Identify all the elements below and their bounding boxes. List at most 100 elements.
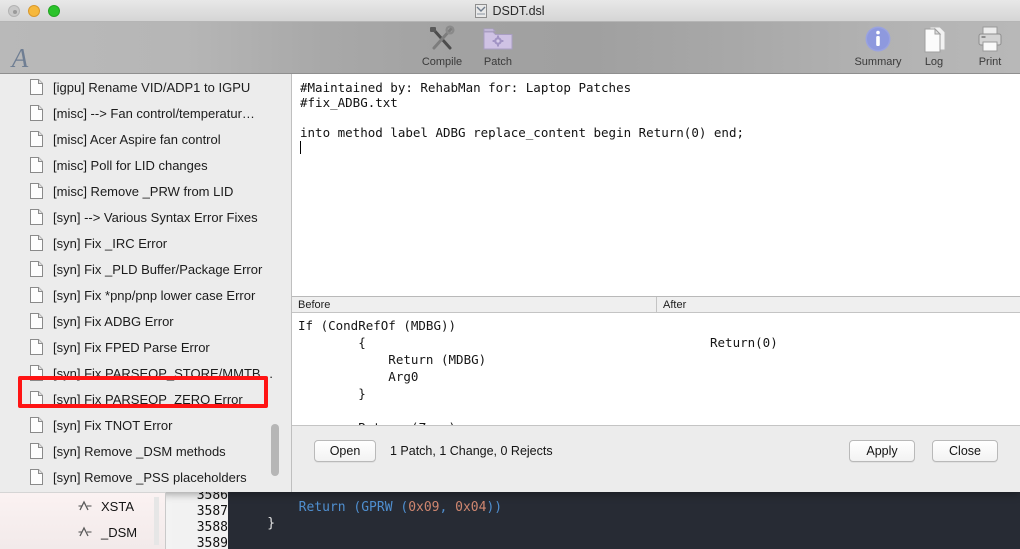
document-icon	[30, 287, 43, 303]
window-title-group: DSDT.dsl	[0, 0, 1020, 22]
patch-list-item-label: [syn] Remove _DSM methods	[53, 443, 226, 459]
patch-list-item-label: [syn] Fix _PLD Buffer/Package Error	[53, 261, 263, 277]
patch-list-item[interactable]: [misc] Poll for LID changes	[0, 152, 291, 178]
diff-header-before: Before	[292, 297, 657, 312]
patch-list-item[interactable]: [syn] Remove _PSS placeholders	[0, 464, 291, 490]
patch-list-item-label: [syn] Fix PARSEOP_ZERO Error	[53, 391, 243, 407]
diff-body[interactable]: If (CondRefOf (MDBG)) { Return (MDBG) Ar…	[292, 313, 1020, 425]
dsl-file-icon	[475, 4, 488, 18]
text-caret	[300, 141, 301, 154]
patch-list-item[interactable]: [misc] Acer Aspire fan control	[0, 126, 291, 152]
patch-button[interactable]: Patch	[474, 24, 522, 68]
right-pane: #Maintained by: RehabMan for: Laptop Pat…	[292, 74, 1020, 492]
symbol-label: XSTA	[101, 498, 134, 514]
patch-list[interactable]: [igpu] Rename VID/ADP1 to IGPU [misc] -->…	[0, 74, 291, 492]
patch-status-text: 1 Patch, 1 Change, 0 Rejects	[390, 444, 553, 458]
document-icon	[30, 261, 43, 277]
diff-before-text: If (CondRefOf (MDBG)) { Return (MDBG) Ar…	[298, 318, 487, 425]
symbol-row[interactable]: XSTA	[0, 493, 165, 519]
info-circle-icon	[864, 24, 892, 54]
window-body: [igpu] Rename VID/ADP1 to IGPU [misc] -->…	[0, 74, 1020, 492]
symbol-list-panel[interactable]: XSTA _DSM	[0, 492, 166, 549]
patch-list-item-label: [syn] Fix TNOT Error	[53, 417, 173, 433]
diff-after-text: Return(0)	[710, 335, 778, 350]
compile-label: Compile	[421, 56, 463, 68]
patch-list-item-label: [misc] Poll for LID changes	[53, 157, 208, 173]
fonts-icon: A	[11, 43, 29, 73]
symbol-scrollbar[interactable]	[154, 497, 159, 545]
diff-header: Before After	[292, 296, 1020, 313]
tools-icon	[427, 24, 457, 54]
patch-list-item[interactable]: [syn] Fix TNOT Error	[0, 412, 291, 438]
patch-list-item[interactable]: [syn] Fix *pnp/pnp lower case Error	[0, 282, 291, 308]
patch-list-item[interactable]: [syn] Fix PARSEOP_STORE/MMTB…	[0, 360, 291, 386]
document-icon	[30, 313, 43, 329]
patch-list-item-label: [syn] --> Various Syntax Error Fixes	[53, 209, 258, 225]
document-icon	[30, 235, 43, 251]
gear-folder-icon	[483, 24, 513, 54]
action-bar: Open 1 Patch, 1 Change, 0 Rejects Apply …	[292, 426, 1020, 492]
printer-icon	[976, 24, 1004, 54]
patch-list-item[interactable]: [igpu] Rename VID/ADP1 to IGPU	[0, 74, 291, 100]
sidebar-scrollbar-thumb[interactable]	[271, 424, 279, 476]
patch-list-item-label: [syn] Remove _PSS placeholders	[53, 469, 247, 485]
symbol-row[interactable]: _DSM	[0, 519, 165, 545]
patch-list-item-label: [misc] Remove _PRW from LID	[53, 183, 234, 199]
toolbar-right-group: Summary Log Print	[854, 24, 1014, 68]
diff-header-after: After	[663, 299, 687, 311]
patch-list-item-label: [syn] Fix *pnp/pnp lower case Error	[53, 287, 256, 303]
summary-label: Summary	[854, 56, 902, 68]
patch-list-item[interactable]: [syn] Fix _IRC Error	[0, 230, 291, 256]
document-icon	[30, 391, 43, 407]
summary-button[interactable]: Summary	[854, 24, 902, 68]
print-button[interactable]: Print	[966, 24, 1014, 68]
patch-list-item[interactable]: [syn] Remove _DSM methods	[0, 438, 291, 464]
patch-list-item[interactable]: [misc] --> Fan control/temperatur…	[0, 100, 291, 126]
app-root: 3586 3587 3588 3589 3590 Return (GPRW (0…	[0, 0, 1020, 549]
patch-list-item-label: [igpu] Rename VID/ADP1 to IGPU	[53, 79, 251, 95]
code-line-numbers: 3586 3587 3588 3589 3590	[172, 488, 228, 549]
apply-button[interactable]: Apply	[849, 440, 915, 462]
patch-list-item-label: [syn] Fix PARSEOP_STORE/MMTB…	[53, 365, 274, 381]
document-icon	[30, 339, 43, 355]
log-label: Log	[924, 56, 944, 68]
document-icon	[30, 365, 43, 381]
document-icon	[30, 131, 43, 147]
log-button[interactable]: Log	[910, 24, 958, 68]
document-icon	[30, 105, 43, 121]
symbol-label: _DSM	[101, 524, 138, 540]
patch-list-item-label: [syn] Fix _IRC Error	[53, 235, 168, 251]
patch-list-item-label: [misc] Acer Aspire fan control	[53, 131, 221, 147]
patch-list-sidebar[interactable]: [igpu] Rename VID/ADP1 to IGPU [misc] -->…	[0, 74, 291, 492]
patch-label: Patch	[483, 56, 513, 68]
patch-list-item[interactable]: [syn] Fix _PLD Buffer/Package Error	[0, 256, 291, 282]
patch-list-item[interactable]: [misc] Remove _PRW from LID	[0, 178, 291, 204]
document-icon	[30, 183, 43, 199]
patch-list-item[interactable]: [syn] Fix ADBG Error	[0, 308, 291, 334]
patch-list-item-label: [syn] Fix FPED Parse Error	[53, 339, 210, 355]
document-icon	[30, 209, 43, 225]
print-label: Print	[978, 56, 1002, 68]
compile-button[interactable]: Compile	[418, 24, 466, 68]
symbol-rows[interactable]: XSTA _DSM	[0, 493, 165, 545]
pages-icon	[920, 24, 948, 54]
window-title: DSDT.dsl	[492, 4, 545, 18]
document-icon	[30, 79, 43, 95]
open-button[interactable]: Open	[314, 440, 376, 462]
document-icon	[30, 157, 43, 173]
toolbar: A Fonts	[0, 22, 1020, 86]
patch-list-item-label: [misc] --> Fan control/temperatur…	[53, 105, 255, 121]
patch-list-item[interactable]: [syn] Fix PARSEOP_ZERO Error	[0, 386, 291, 412]
patch-text-editor[interactable]: #Maintained by: RehabMan for: Laptop Pat…	[292, 74, 1020, 296]
method-icon	[78, 526, 92, 538]
title-bar[interactable]: DSDT.dsl	[0, 0, 1020, 22]
toolbar-left-group: Compile Patch	[418, 24, 522, 68]
close-dialog-button[interactable]: Close	[932, 440, 998, 462]
document-icon	[30, 469, 43, 485]
patch-list-item[interactable]: [syn] Fix FPED Parse Error	[0, 334, 291, 360]
patch-list-item[interactable]: [syn] --> Various Syntax Error Fixes	[0, 204, 291, 230]
document-icon	[30, 417, 43, 433]
method-icon	[78, 500, 92, 512]
main-window: DSDT.dsl A Fonts	[0, 0, 1020, 492]
code-content[interactable]: Return (GPRW (0x09, 0x04)) } Method (_PR…	[236, 484, 698, 549]
